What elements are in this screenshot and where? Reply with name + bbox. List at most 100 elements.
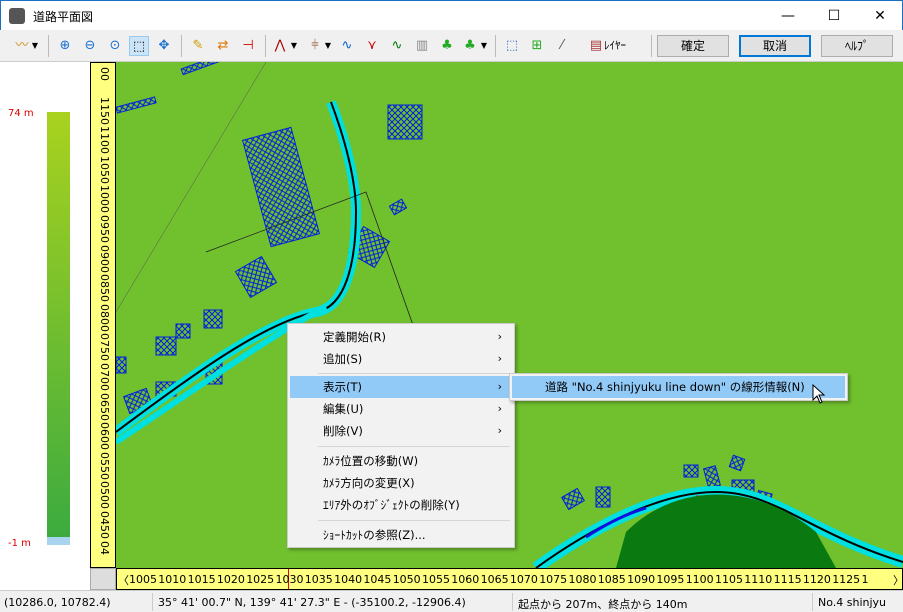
toolbar: 〰 ▼ ⊕ ⊖ ⊙ ⬚ ✥ ✎ ⇄ ⊣ ⋀ ▼ ⫩ ▼ ∿ ⋎ ∿ ▥ ♣ ♣ … xyxy=(0,30,903,62)
submenu-arrow-icon: › xyxy=(497,330,502,343)
hruler-label: 1035 xyxy=(304,573,333,586)
pan-icon[interactable]: ✥ xyxy=(154,36,174,56)
menu-label: 削除(V) xyxy=(323,424,363,438)
hruler-label: 1005 xyxy=(129,573,157,586)
hruler-label: 1045 xyxy=(363,573,392,586)
hruler-label: 1015 xyxy=(187,573,216,586)
tree-icon[interactable]: ♣ xyxy=(437,36,457,56)
status-coords: (10286.0, 10782.4) xyxy=(4,596,111,609)
menu-item-shortcuts[interactable]: ｼｮｰﾄｶｯﾄの参照(Z)... xyxy=(290,524,512,546)
hruler-label: 1110 xyxy=(744,573,773,586)
status-distance: 起点から 207m、終点から 140m xyxy=(518,598,688,611)
hruler-label: 1120 xyxy=(802,573,831,586)
submenu-arrow-icon: › xyxy=(497,402,502,415)
bridge-icon[interactable]: ⫩ xyxy=(305,36,325,56)
menu-item-display[interactable]: 表示(T) › xyxy=(290,376,512,398)
status-bar: (10286.0, 10782.4) 35° 41' 00.7" N, 139°… xyxy=(0,590,903,612)
zoom-out-icon[interactable]: ⊖ xyxy=(80,36,100,56)
hruler-label: 1080 xyxy=(568,573,597,586)
close-button[interactable]: ✕ xyxy=(857,1,903,31)
hruler-label: 1075 xyxy=(539,573,568,586)
hruler-label: 1115 xyxy=(773,573,802,586)
terrain-icon[interactable]: 〰 xyxy=(12,36,32,56)
elevation-gradient xyxy=(47,112,70,537)
hruler-label: 1010 xyxy=(158,573,187,586)
forest-icon[interactable]: ♣ xyxy=(460,36,480,56)
branch-icon[interactable]: ⋎ xyxy=(362,36,382,56)
select-rect-icon[interactable]: ⬚ xyxy=(502,36,522,56)
menu-item-add[interactable]: 追加(S) › xyxy=(290,348,512,370)
water-swatch xyxy=(47,537,70,545)
cut-icon[interactable]: ⁄ xyxy=(552,36,572,56)
curve-icon[interactable]: ∿ xyxy=(337,36,357,56)
hruler-label: 1095 xyxy=(656,573,685,586)
mouse-cursor-icon xyxy=(812,384,826,404)
hruler-label: 1050 xyxy=(392,573,421,586)
menu-item-edit[interactable]: 編集(U) › xyxy=(290,398,512,420)
hruler-label: 1085 xyxy=(597,573,626,586)
hruler-label: 1020 xyxy=(216,573,245,586)
hruler-label: 1025 xyxy=(246,573,275,586)
menu-label: 編集(U) xyxy=(323,402,364,416)
menu-item-delete[interactable]: 削除(V) › xyxy=(290,420,512,442)
status-road: No.4 shinjyu xyxy=(818,596,887,609)
menu-label: 追加(S) xyxy=(323,352,363,366)
alignment-icon[interactable]: ∿ xyxy=(387,36,407,56)
submenu-arrow-icon: › xyxy=(497,424,502,437)
submenu-arrow-icon: › xyxy=(497,352,502,365)
maximize-button[interactable]: ☐ xyxy=(811,1,857,31)
hruler-label: 1055 xyxy=(422,573,450,586)
road-line-icon[interactable]: ⋀ xyxy=(270,36,290,56)
hruler-label: 1060 xyxy=(451,573,480,586)
submenu-arrow-icon: › xyxy=(497,380,502,393)
legend-min: -1 m xyxy=(8,538,31,549)
building-icon[interactable]: ▥ xyxy=(412,36,432,56)
elevation-legend: 74 m -1 m xyxy=(0,62,90,590)
ruler-corner xyxy=(90,568,116,590)
legend-max: 74 m xyxy=(8,108,34,119)
hruler-label: 1070 xyxy=(509,573,538,586)
horizontal-ruler[interactable]: 〈 〉 1005 1010 1015 1020 1025 1030 1035 1040 1045… xyxy=(116,568,903,590)
measure-icon[interactable]: ⊣ xyxy=(238,36,258,56)
edit-icon[interactable]: ✎ xyxy=(188,36,208,56)
dropdown-arrow-icon[interactable]: ▼ xyxy=(289,36,299,56)
dropdown-arrow-icon[interactable]: ▼ xyxy=(30,36,40,56)
vertical-ruler[interactable]: 00 1150 1100 1050 1000 0950 0900 0850 0800 0750 07… xyxy=(90,62,116,568)
menu-item-camera-direction[interactable]: ｶﾒﾗ方向の変更(X) xyxy=(290,472,512,494)
context-menu: 定義開始(R) › 追加(S) › 表示(T) › 編集(U) › 削除(V) › ｶﾒﾗ… xyxy=(287,323,515,548)
confirm-button[interactable]: 確定 xyxy=(657,35,729,57)
display-submenu: 道路 "No.4 shinjyuku line down" の線形情報(N) xyxy=(509,373,848,401)
menu-item-delete-outside-objects[interactable]: ｴﾘｱ外のｵﾌﾞｼﾞｪｸﾄの削除(Y) xyxy=(290,494,512,516)
menu-item-move-camera[interactable]: ｶﾒﾗ位置の移動(W) xyxy=(290,450,512,472)
cancel-button[interactable]: 取消 xyxy=(739,35,811,57)
menu-label: 定義開始(R) xyxy=(323,330,386,344)
layer-button[interactable]: ﾚｲﾔｰ xyxy=(604,36,644,56)
status-latlon: 35° 41' 00.7" N, 139° 41' 27.3" E - (-35… xyxy=(158,596,466,609)
scroll-right-arrow[interactable]: 〉 xyxy=(893,572,902,588)
hruler-label: 1040 xyxy=(334,573,363,586)
layer-icon[interactable]: ▤ xyxy=(586,36,606,56)
zoom-fit-icon[interactable]: ⊙ xyxy=(105,36,125,56)
app-icon xyxy=(9,8,25,24)
hruler-label: 1030 xyxy=(275,573,304,586)
add-object-icon[interactable]: ⊞ xyxy=(527,36,547,56)
menu-label: 表示(T) xyxy=(323,380,362,394)
hruler-label: 1065 xyxy=(480,573,509,586)
hruler-label: 1090 xyxy=(627,573,656,586)
menu-item-define-start[interactable]: 定義開始(R) › xyxy=(290,326,512,348)
hruler-label: 1105 xyxy=(715,573,743,586)
dropdown-arrow-icon[interactable]: ▼ xyxy=(323,36,333,56)
hruler-label: 1 xyxy=(861,573,869,586)
hruler-label: 1125 xyxy=(832,573,861,586)
zoom-window-icon[interactable]: ⬚ xyxy=(129,36,149,56)
minimize-button[interactable]: — xyxy=(765,1,811,31)
scroll-left-arrow[interactable]: 〈 xyxy=(118,572,129,588)
window-title: 道路平面図 xyxy=(33,10,94,24)
swap-icon[interactable]: ⇄ xyxy=(213,36,233,56)
dropdown-arrow-icon[interactable]: ▼ xyxy=(479,36,489,56)
title-bar: 道路平面図 — ☐ ✕ xyxy=(0,0,903,30)
hruler-label: 1100 xyxy=(685,573,714,586)
menu-item-alignment-info[interactable]: 道路 "No.4 shinjyuku line down" の線形情報(N) xyxy=(512,376,845,398)
help-button[interactable]: ﾍﾙﾌﾟ xyxy=(821,35,893,57)
zoom-in-icon[interactable]: ⊕ xyxy=(55,36,75,56)
